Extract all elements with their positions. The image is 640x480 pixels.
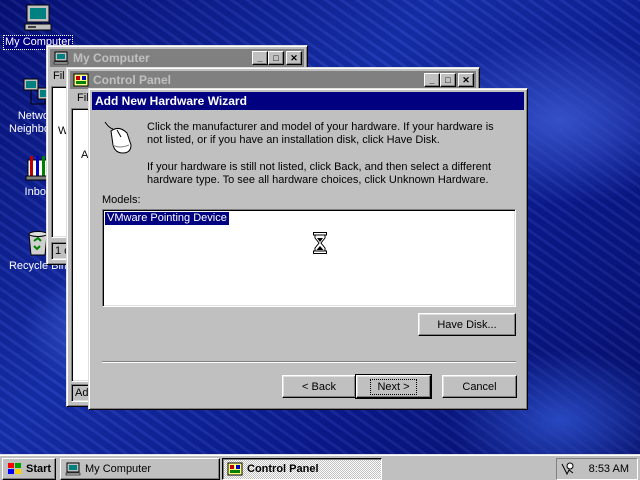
menu-file[interactable]: Fil <box>53 70 65 82</box>
add-new-hardware-wizard[interactable]: Add New Hardware Wizard Click the manufa… <box>88 88 528 410</box>
mouse-icon <box>101 119 135 157</box>
maximize-button[interactable]: □ <box>440 73 456 87</box>
separator <box>102 361 516 363</box>
close-button[interactable]: ✕ <box>286 51 302 65</box>
have-disk-button[interactable]: Have Disk... <box>418 313 516 336</box>
window-title: Add New Hardware Wizard <box>95 94 247 108</box>
maximize-icon: □ <box>273 52 279 63</box>
task-control-panel[interactable]: Control Panel <box>222 458 382 480</box>
menu-bar: Fil <box>53 70 65 86</box>
hourglass-cursor-icon <box>313 232 327 257</box>
start-label: Start <box>26 463 52 475</box>
close-button[interactable]: ✕ <box>458 73 474 87</box>
computer-icon <box>22 2 54 34</box>
intro-text: Click the manufacturer and model of your… <box>147 121 494 146</box>
minimize-icon: _ <box>257 52 263 63</box>
task-label: Control Panel <box>247 463 319 475</box>
computer-icon <box>65 462 81 476</box>
models-label: Models: <box>102 194 141 206</box>
start-button[interactable]: Start <box>2 458 56 480</box>
secondary-text: If your hardware is still not listed, cl… <box>147 161 492 186</box>
task-my-computer[interactable]: My Computer <box>60 458 220 480</box>
have-disk-label: Have Disk... <box>437 318 497 331</box>
back-button[interactable]: < Back <box>282 375 356 398</box>
control-panel-icon <box>227 462 243 476</box>
clock[interactable]: 8:53 AM <box>589 463 629 475</box>
hardware-tray-icon[interactable] <box>559 461 575 477</box>
maximize-button[interactable]: □ <box>268 51 284 65</box>
minimize-button[interactable]: _ <box>252 51 268 65</box>
wizard-titlebar[interactable]: Add New Hardware Wizard <box>92 92 524 110</box>
control-panel-titlebar[interactable]: Control Panel _ □ ✕ <box>70 71 476 89</box>
desktop-icon-my-computer[interactable]: My Computer <box>0 2 76 50</box>
close-icon: ✕ <box>290 52 298 63</box>
window-title: Control Panel <box>93 73 172 87</box>
list-item-label: VMware Pointing Device <box>107 212 227 224</box>
models-list[interactable]: VMware Pointing Device <box>102 209 516 307</box>
maximize-icon: □ <box>445 74 451 85</box>
close-icon: ✕ <box>462 74 470 85</box>
menu-bar: Fil <box>77 92 89 108</box>
my-computer-titlebar[interactable]: My Computer _ □ ✕ <box>50 49 304 67</box>
next-button[interactable]: Next > <box>355 374 432 399</box>
cancel-button[interactable]: Cancel <box>442 375 517 398</box>
back-label: < Back <box>302 380 336 393</box>
cancel-label: Cancel <box>462 380 497 393</box>
minimize-icon: _ <box>429 74 435 85</box>
next-label: Next > <box>370 378 417 395</box>
window-title: My Computer <box>73 51 150 65</box>
menu-file[interactable]: Fil <box>77 92 89 104</box>
windows-logo-icon <box>7 462 23 476</box>
task-label: My Computer <box>85 463 152 475</box>
taskbar: Start My Computer Control Panel 8:53 AM <box>0 454 640 480</box>
list-item[interactable]: VMware Pointing Device <box>105 212 229 225</box>
minimize-button[interactable]: _ <box>424 73 440 87</box>
system-tray: 8:53 AM <box>556 458 638 480</box>
control-panel-icon <box>73 73 89 87</box>
computer-icon <box>53 51 69 65</box>
